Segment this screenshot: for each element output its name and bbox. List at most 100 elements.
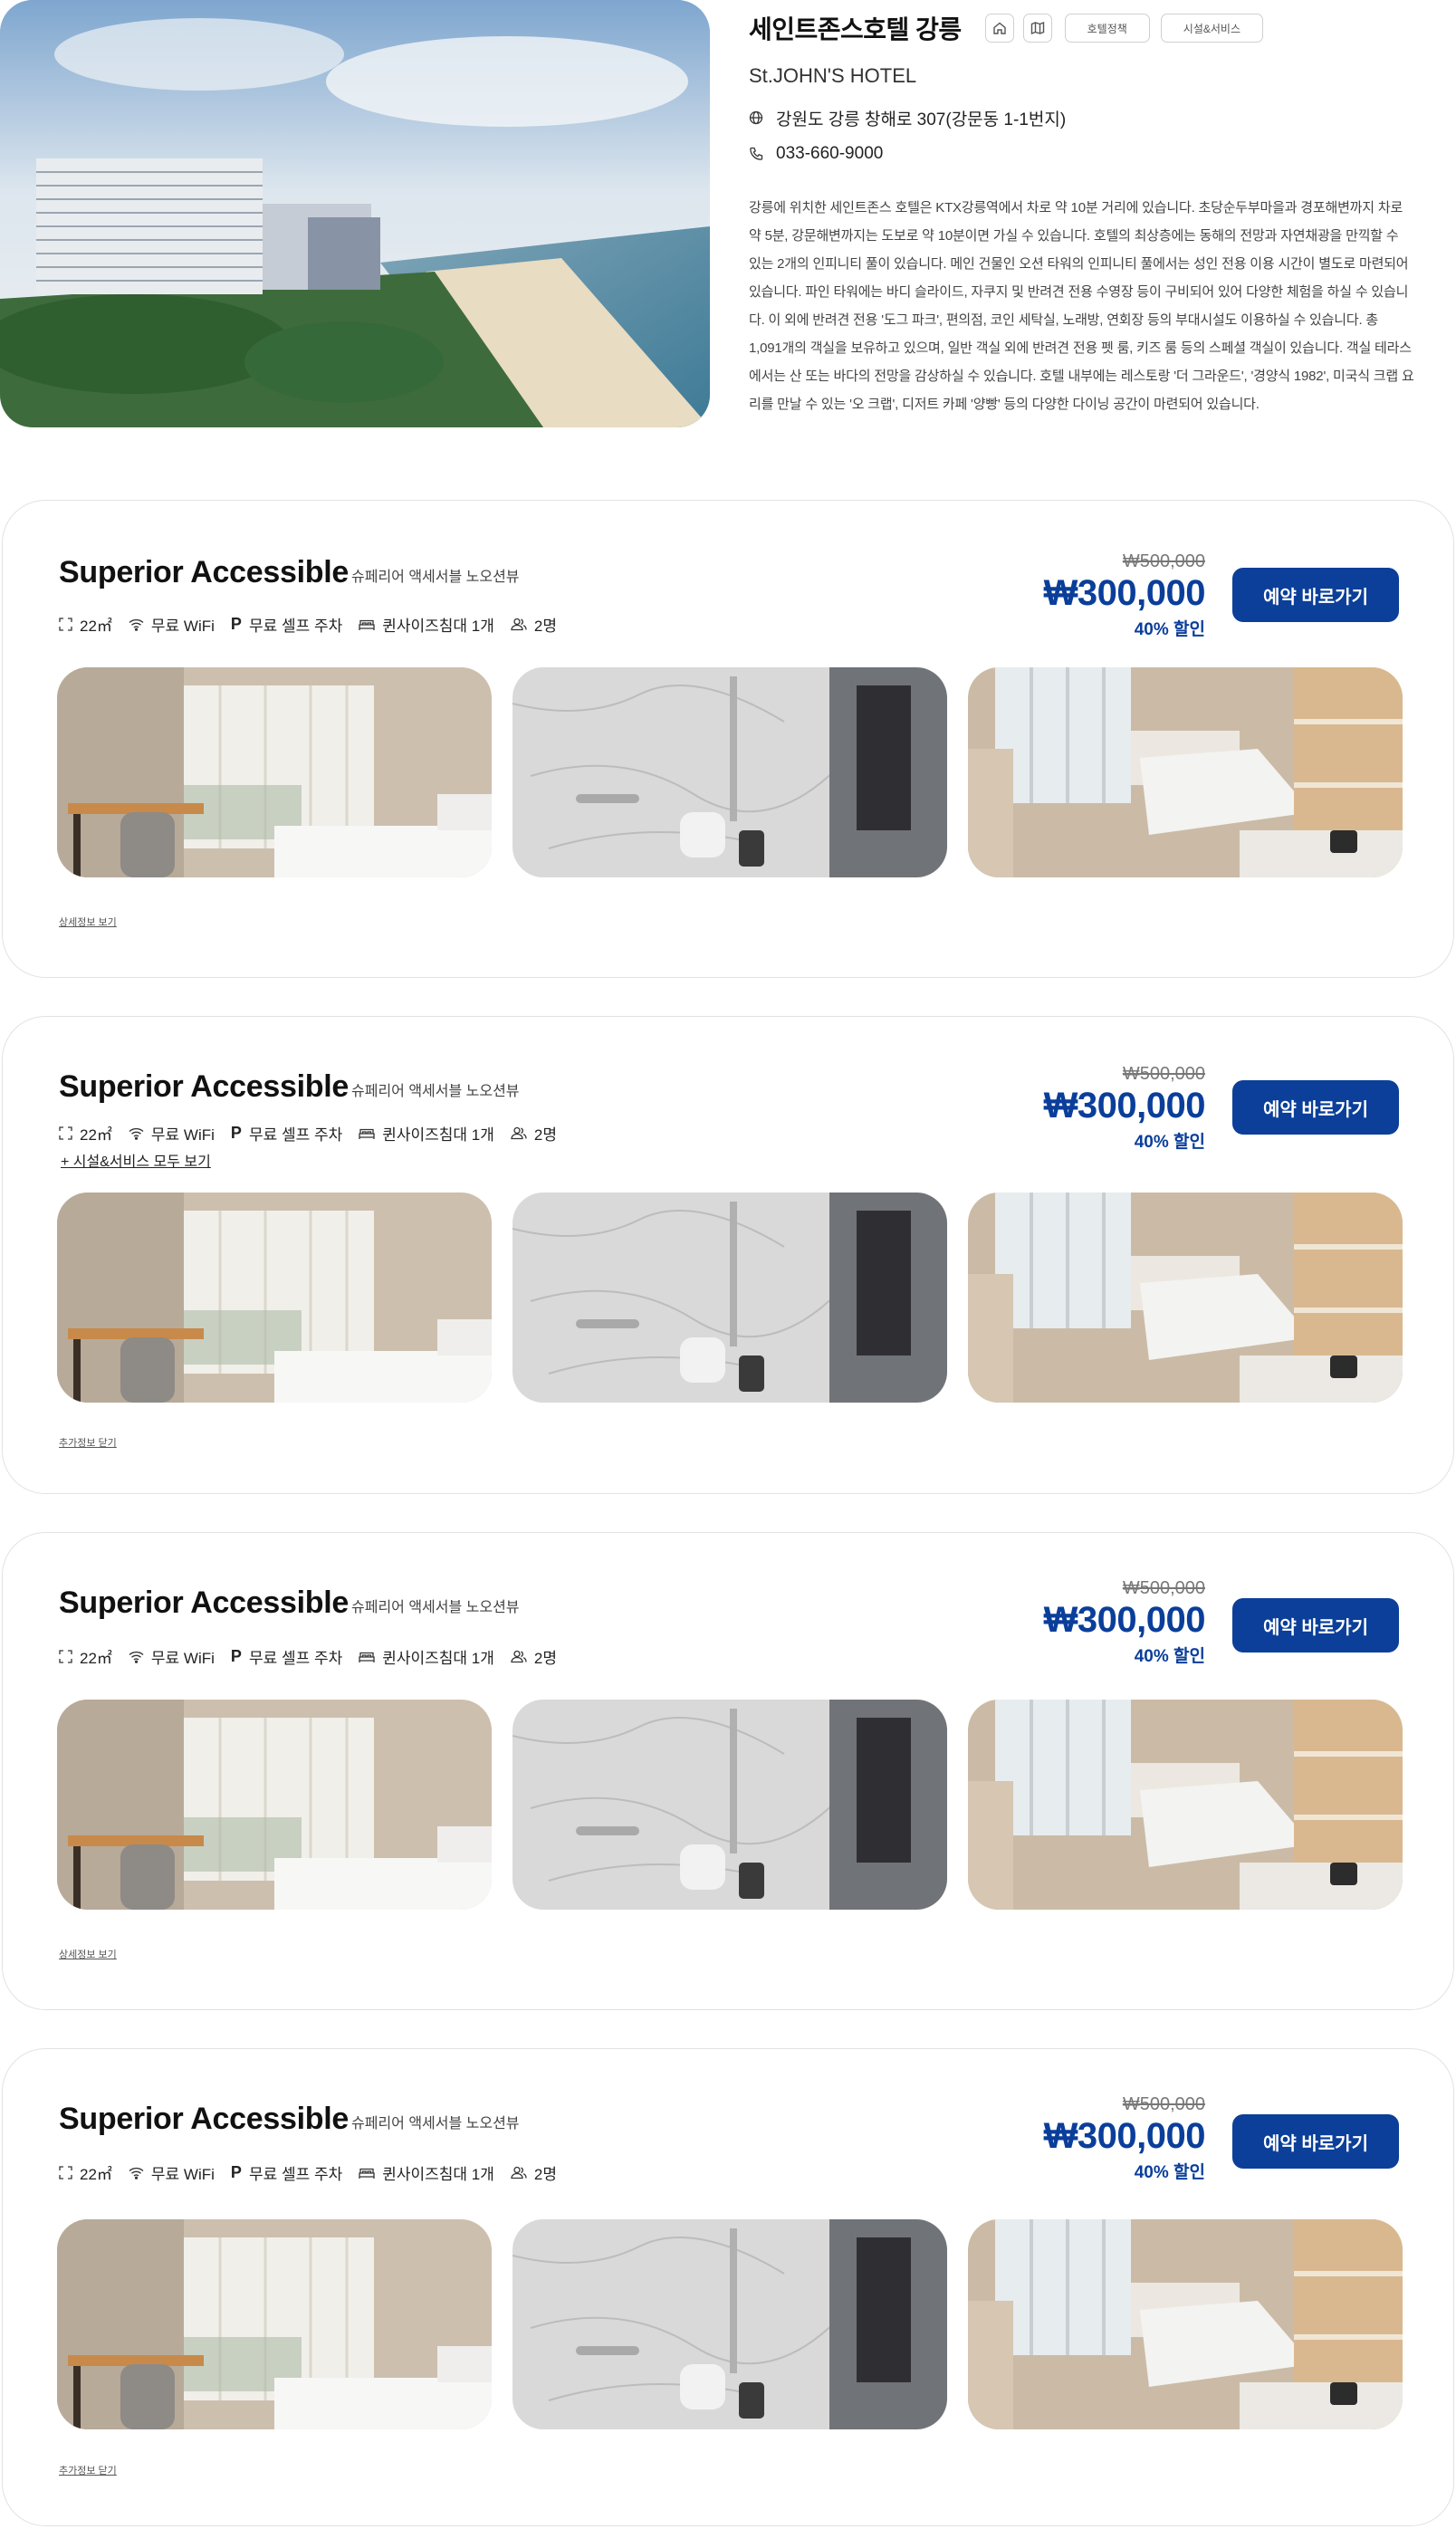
bed-icon xyxy=(359,618,375,631)
room-photo-bedroom[interactable] xyxy=(57,1193,492,1403)
detail-link[interactable]: 추가정보 닫기 xyxy=(59,2463,117,2477)
map-button[interactable] xyxy=(1022,14,1052,43)
wifi-icon xyxy=(129,1650,144,1663)
amenity-guests: 2명 xyxy=(511,2161,557,2184)
detail-link[interactable]: 상세정보 보기 xyxy=(59,915,117,929)
room-subtitle: 슈페리어 액세서블 노오션뷰 xyxy=(351,2116,520,2131)
book-button[interactable]: 예약 바로가기 xyxy=(1232,1598,1399,1652)
home-button[interactable] xyxy=(984,14,1014,43)
room-photo-room-view[interactable] xyxy=(968,1700,1403,1910)
room-photo-room-view[interactable] xyxy=(968,1193,1403,1403)
current-price: ₩300,000 xyxy=(1043,2116,1206,2156)
home-icon xyxy=(992,22,1006,34)
amenity-parking-label: 무료 셀프 주차 xyxy=(248,1650,343,1667)
amenity-guests-label: 2명 xyxy=(533,618,558,635)
room-subtitle: 슈페리어 액세서블 노오션뷰 xyxy=(351,1084,520,1099)
room-subtitle: 슈페리어 액세서블 노오션뷰 xyxy=(351,570,520,585)
discount-badge: 40% 할인 xyxy=(1134,2163,1205,2182)
amenity-wifi-label: 무료 WiFi xyxy=(150,1126,215,1144)
area-icon xyxy=(59,1126,72,1140)
amenity-guests: 2명 xyxy=(511,1645,557,1668)
amenity-wifi: 무료 WiFi xyxy=(129,613,215,636)
room-photo-bedroom[interactable] xyxy=(57,2219,492,2429)
original-price: ₩500,000 xyxy=(1122,1064,1205,1084)
room-name: Superior Accessible xyxy=(59,2102,349,2136)
amenity-size: 22㎡ xyxy=(59,2161,112,2184)
amenity-parking-label: 무료 셀프 주차 xyxy=(248,618,343,635)
parking-icon: P xyxy=(230,2163,242,2181)
area-icon xyxy=(59,1650,72,1663)
facilities-button[interactable]: 시설&서비스 xyxy=(1160,14,1264,43)
wifi-icon xyxy=(129,1126,144,1140)
amenity-wifi-label: 무료 WiFi xyxy=(150,618,215,635)
amenity-bed: 퀸사이즈침대 1개 xyxy=(359,613,494,636)
room-photo-bedroom[interactable] xyxy=(57,1700,492,1910)
users-icon xyxy=(511,1650,527,1663)
amenity-wifi: 무료 WiFi xyxy=(129,1122,215,1145)
original-price: ₩500,000 xyxy=(1122,2094,1205,2114)
book-button[interactable]: 예약 바로가기 xyxy=(1232,2114,1399,2169)
amenity-size-label: 22㎡ xyxy=(80,1126,112,1144)
current-price: ₩300,000 xyxy=(1043,1600,1206,1640)
amenity-wifi: 무료 WiFi xyxy=(129,1645,215,1668)
book-button[interactable]: 예약 바로가기 xyxy=(1232,568,1399,622)
show-all-facilities-link[interactable]: + 시설&서비스 모두 보기 xyxy=(61,1149,211,1171)
detail-link[interactable]: 상세정보 보기 xyxy=(59,1947,117,1961)
room-photo-bathroom[interactable] xyxy=(512,2219,947,2429)
wifi-icon xyxy=(129,2166,144,2179)
room-photo-room-view[interactable] xyxy=(968,2219,1403,2429)
hotel-name: 세인트존스호텔 강릉 xyxy=(749,15,962,43)
room-photo-bedroom[interactable] xyxy=(57,667,492,877)
phone-icon xyxy=(749,146,765,162)
address-text: 강원도 강릉 창해로 307(강문동 1-1번지) xyxy=(776,110,1067,129)
room-name: Superior Accessible xyxy=(59,1585,349,1620)
hotel-title-row: 세인트존스호텔 강릉 호텔정책 시설&서비스 xyxy=(749,0,1419,56)
room-photo-bathroom[interactable] xyxy=(512,1700,947,1910)
discount-badge: 40% 할인 xyxy=(1134,1647,1205,1666)
amenity-wifi: 무료 WiFi xyxy=(129,2161,215,2184)
globe-icon xyxy=(749,110,765,126)
amenity-parking: P 무료 셀프 주차 xyxy=(231,1122,342,1145)
detail-link[interactable]: 추가정보 닫기 xyxy=(59,1435,117,1450)
hotel-name-en: St.JOHN'S HOTEL xyxy=(749,64,917,87)
amenity-guests-label: 2명 xyxy=(533,1650,558,1667)
room-photo-room-view[interactable] xyxy=(968,667,1403,877)
wifi-icon xyxy=(129,618,144,631)
room-amenities: 22㎡ 무료 WiFi P 무료 셀프 주차 퀸사이즈침대 1개 2명 xyxy=(59,613,573,636)
phone-text[interactable]: 033-660-9000 xyxy=(776,144,883,164)
room-photo-bathroom[interactable] xyxy=(512,1193,947,1403)
bed-icon xyxy=(359,2167,375,2179)
room-subtitle: 슈페리어 액세서블 노오션뷰 xyxy=(351,1600,520,1615)
current-price: ₩300,000 xyxy=(1043,1086,1206,1126)
amenity-bed-label: 퀸사이즈침대 1개 xyxy=(382,618,494,635)
amenity-bed-label: 퀸사이즈침대 1개 xyxy=(382,1126,494,1144)
hotel-hero-image xyxy=(0,0,710,427)
room-photo-bathroom[interactable] xyxy=(512,667,947,877)
amenity-size-label: 22㎡ xyxy=(80,1650,112,1667)
amenity-parking-label: 무료 셀프 주차 xyxy=(248,1126,343,1144)
current-price: ₩300,000 xyxy=(1043,573,1206,613)
amenity-wifi-label: 무료 WiFi xyxy=(150,1650,215,1667)
amenity-guests: 2명 xyxy=(511,1122,557,1145)
room-amenities: 22㎡ 무료 WiFi P 무료 셀프 주차 퀸사이즈침대 1개 2명 xyxy=(59,2161,573,2184)
parking-icon: P xyxy=(230,615,242,633)
original-price: ₩500,000 xyxy=(1122,1578,1205,1598)
hotel-policy-button[interactable]: 호텔정책 xyxy=(1064,14,1150,43)
users-icon xyxy=(511,2166,527,2179)
amenity-parking: P 무료 셀프 주차 xyxy=(231,1645,342,1668)
amenity-bed-label: 퀸사이즈침대 1개 xyxy=(382,2166,494,2183)
users-icon xyxy=(511,1126,527,1140)
amenity-bed: 퀸사이즈침대 1개 xyxy=(359,1645,494,1668)
price-box: ₩500,000 ₩300,000 40% 할인 xyxy=(1043,1064,1206,1153)
room-name: Superior Accessible xyxy=(59,1069,349,1104)
amenity-size-label: 22㎡ xyxy=(80,618,112,635)
amenity-size: 22㎡ xyxy=(59,1122,112,1145)
amenity-wifi-label: 무료 WiFi xyxy=(150,2166,215,2183)
price-box: ₩500,000 ₩300,000 40% 할인 xyxy=(1043,551,1206,640)
room-card: Superior Accessible 슈페리어 액세서블 노오션뷰 22㎡ 무… xyxy=(2,1016,1454,1494)
price-box: ₩500,000 ₩300,000 40% 할인 xyxy=(1043,1578,1206,1667)
parking-icon: P xyxy=(230,1124,242,1142)
book-button[interactable]: 예약 바로가기 xyxy=(1232,1080,1399,1135)
original-price: ₩500,000 xyxy=(1122,551,1205,571)
amenity-parking-label: 무료 셀프 주차 xyxy=(248,2166,343,2183)
